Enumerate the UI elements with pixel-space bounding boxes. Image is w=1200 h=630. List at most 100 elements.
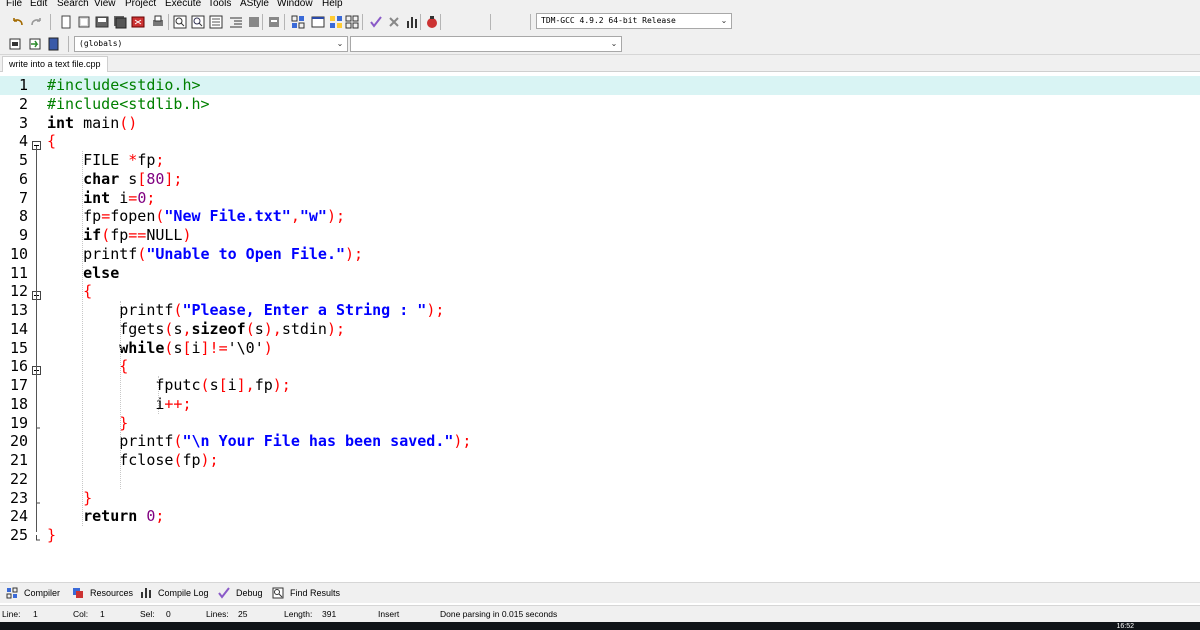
code-token: ); (200, 451, 219, 469)
code-token: s (119, 169, 138, 188)
menu-tools[interactable]: Tools (208, 0, 231, 10)
code-line[interactable]: 12 { (0, 282, 1200, 301)
save-icon[interactable] (94, 14, 110, 30)
code-line[interactable]: 15 while(s[i]!='\0') (0, 339, 1200, 358)
output-panel-tabs: Compiler Resources Compile Log Debug Find Re… (0, 582, 1200, 603)
tab-resources[interactable]: Resources (72, 585, 133, 601)
open-icon[interactable] (76, 14, 92, 30)
code-line[interactable]: 7 int i=0; (0, 189, 1200, 208)
menu-search[interactable]: Search (57, 0, 89, 10)
find-icon[interactable] (172, 14, 188, 30)
code-token: () (119, 113, 138, 132)
toggle-bookmark-icon[interactable] (46, 36, 62, 52)
profile-icon[interactable] (404, 14, 420, 30)
code-line[interactable]: 3 int main() (0, 114, 1200, 133)
menu-help[interactable]: Help (322, 0, 343, 10)
menu-execute[interactable]: Execute (165, 0, 201, 10)
compile-run-icon[interactable] (328, 14, 344, 30)
syntax-check-icon[interactable] (368, 14, 384, 30)
replace-icon[interactable] (190, 14, 206, 30)
members-select[interactable]: ⌄ (350, 36, 622, 52)
code-line[interactable]: 25} (0, 526, 1200, 545)
tab-compiler[interactable]: Compiler (6, 585, 60, 601)
tab-compile-log[interactable]: Compile Log (140, 585, 209, 601)
code-token: NULL (146, 226, 183, 244)
fold-range-line (36, 371, 37, 420)
code-token: fp (137, 151, 156, 169)
code-token: printf (47, 244, 138, 263)
code-text: fputc(s[i],fp); (47, 376, 290, 395)
code-token: fp (182, 451, 201, 469)
code-line[interactable]: 6 char s[80]; (0, 170, 1200, 189)
rebuild-icon[interactable] (344, 14, 360, 30)
undo-icon[interactable] (10, 14, 26, 30)
code-token: fputc (47, 376, 201, 394)
bookmark-icon[interactable] (28, 36, 44, 52)
compile-icon[interactable] (290, 14, 306, 30)
debug-icon[interactable] (424, 14, 440, 30)
code-line[interactable]: 10 printf("Unable to Open File."); (0, 245, 1200, 264)
code-line[interactable]: 19 } (0, 414, 1200, 433)
code-line[interactable]: 5 FILE *fp; (0, 151, 1200, 170)
menu-window[interactable]: Window (277, 0, 313, 10)
goto-icon[interactable] (208, 14, 224, 30)
compiler-select[interactable]: TDM-GCC 4.9.2 64-bit Release ⌄ (536, 13, 732, 29)
close-icon[interactable] (130, 14, 146, 30)
menu-file[interactable]: File (6, 0, 22, 10)
run-icon[interactable] (310, 14, 326, 30)
globals-select[interactable]: (globals) ⌄ (74, 36, 348, 52)
code-line[interactable]: 23 } (0, 489, 1200, 508)
new-file-icon[interactable] (58, 14, 74, 30)
menu-view[interactable]: View (94, 0, 116, 10)
toggle-comment-icon[interactable] (266, 14, 282, 30)
indent-icon[interactable] (228, 14, 244, 30)
fold-collapse-icon[interactable] (32, 136, 41, 151)
code-token: s (209, 376, 219, 394)
code-line[interactable]: 8 fp=fopen("New File.txt","w"); (0, 207, 1200, 226)
status-bar: Line: 1 Col: 1 Sel: 0 Lines: 25 Length: … (0, 605, 1200, 623)
menu-project[interactable]: Project (125, 0, 156, 10)
stop-icon[interactable] (386, 14, 402, 30)
tab-debug[interactable]: Debug (218, 585, 263, 601)
code-token: ++; (164, 394, 192, 413)
code-token: printf (47, 432, 174, 451)
code-editor[interactable]: 1 #include<stdio.h> 2 #include<stdlib.h> 3 in… (0, 73, 1200, 578)
code-token: else (83, 263, 120, 282)
main-toolbar: TDM-GCC 4.9.2 64-bit Release ⌄ (0, 10, 1200, 34)
code-text: fclose(fp); (47, 451, 219, 470)
status-lines-value: 25 (238, 609, 248, 619)
code-line[interactable]: 2 #include<stdlib.h> (0, 95, 1200, 114)
code-token: ]; (164, 169, 183, 188)
print-icon[interactable] (150, 14, 166, 30)
code-line[interactable]: 4{ (0, 132, 1200, 151)
code-line[interactable]: 20 printf("\n Your File has been saved."… (0, 432, 1200, 451)
tab-label: Find Results (290, 588, 341, 598)
code-line[interactable]: 16 { (0, 357, 1200, 376)
tab-current-file[interactable]: write into a text file.cpp (2, 56, 108, 72)
menu-edit[interactable]: Edit (30, 0, 47, 10)
toolbar-separator (530, 14, 531, 30)
tab-find-results[interactable]: Find Results (272, 585, 340, 601)
code-line[interactable]: 11 else (0, 264, 1200, 283)
code-line[interactable]: 9 if(fp==NULL) (0, 226, 1200, 245)
insert-icon[interactable] (8, 36, 24, 52)
code-line[interactable]: 21 fclose(fp); (0, 451, 1200, 470)
menu-astyle[interactable]: AStyle (240, 0, 269, 10)
code-line[interactable]: 13 printf("Please, Enter a String : "); (0, 301, 1200, 320)
code-token: ); (426, 301, 445, 319)
code-line[interactable]: 24 return 0; (0, 507, 1200, 526)
code-line[interactable]: 1 #include<stdio.h> (0, 76, 1200, 95)
code-token: 80 (146, 169, 165, 188)
code-token: FILE (47, 151, 129, 169)
taskbar-clock: 16:52 (1116, 623, 1134, 630)
code-line[interactable]: 17 fputc(s[i],fp); (0, 376, 1200, 395)
code-token: i (47, 394, 165, 413)
redo-icon[interactable] (28, 14, 44, 30)
unindent-icon[interactable] (246, 14, 262, 30)
code-line[interactable]: 18 i++; (0, 395, 1200, 414)
code-line[interactable]: 14 fgets(s,sizeof(s),stdin); (0, 320, 1200, 339)
code-line[interactable]: 22 (0, 470, 1200, 489)
code-token: s (254, 319, 264, 338)
save-all-icon[interactable] (112, 14, 128, 30)
status-line-value: 1 (33, 609, 38, 619)
